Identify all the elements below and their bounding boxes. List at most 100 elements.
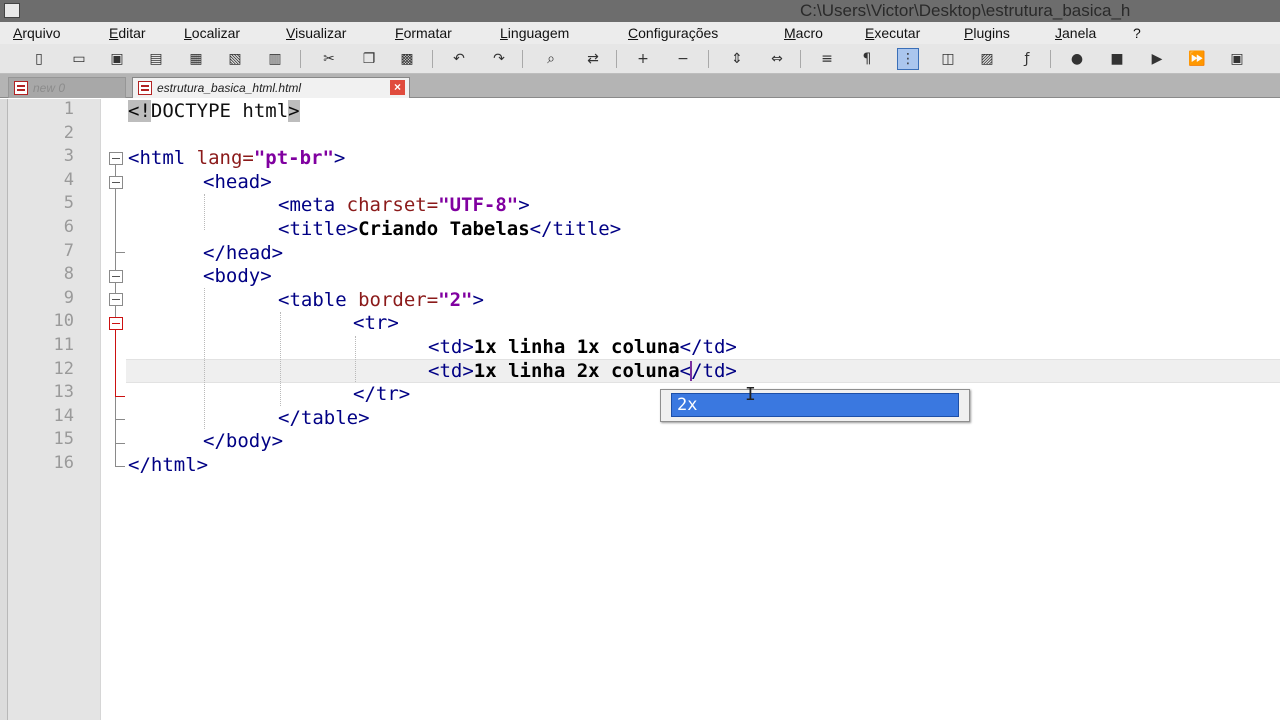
- text-content: 1x linha 1x coluna: [473, 336, 680, 358]
- code-line-9: <table border="2">: [278, 288, 484, 312]
- fold-margin: [100, 99, 126, 720]
- document-icon: [14, 81, 28, 95]
- fold-line: [115, 165, 116, 467]
- attribute-value: "2": [438, 289, 473, 311]
- word-wrap-icon[interactable]: ≡: [816, 48, 838, 70]
- line-number: 4: [63, 170, 74, 190]
- fold-toggle-tr[interactable]: [109, 317, 123, 330]
- text-content: 1x linha 2x coluna: [473, 360, 680, 382]
- tag: </tr>: [353, 383, 411, 405]
- fold-end: [115, 466, 125, 467]
- code-editor[interactable]: 1 2 3 4 5 6 7 8 9 10 11 12 13 14 15 16 <…: [0, 99, 1280, 720]
- attribute-value: "UTF-8": [438, 194, 519, 216]
- tag: <title>: [278, 218, 359, 240]
- print-icon[interactable]: ▥: [264, 48, 286, 70]
- fold-toggle-html[interactable]: [109, 152, 123, 165]
- fold-toggle-body[interactable]: [109, 270, 123, 283]
- find-icon[interactable]: ⌕: [540, 48, 562, 70]
- autocomplete-popup: 2x: [660, 389, 970, 422]
- line-number: 6: [63, 217, 74, 237]
- tag: <head>: [203, 171, 272, 193]
- indent-guide-icon[interactable]: ⋮: [897, 48, 919, 70]
- copy-icon[interactable]: ❐: [358, 48, 380, 70]
- save-icon[interactable]: ▣: [106, 48, 128, 70]
- line-number: 13: [53, 382, 74, 402]
- tag: <body>: [203, 265, 272, 287]
- macro-record-icon[interactable]: ●: [1066, 48, 1088, 70]
- app-icon[interactable]: [4, 3, 20, 18]
- close-icon[interactable]: ▦: [185, 48, 207, 70]
- doc-map-icon[interactable]: ▨: [976, 48, 998, 70]
- title-bar: C:\Users\Victor\Desktop\estrutura_basica…: [0, 0, 1280, 22]
- tag: </td>: [679, 360, 737, 382]
- function-list-icon[interactable]: ƒ: [1016, 48, 1038, 70]
- bookmark-margin[interactable]: [0, 99, 8, 720]
- sync-vertical-icon[interactable]: ⇕: [726, 48, 748, 70]
- line-number: 1: [63, 99, 74, 119]
- toolbar-separator: [800, 50, 801, 68]
- close-tab-icon[interactable]: ×: [390, 80, 405, 95]
- code-line-11: <td>1x linha 1x coluna</td>: [428, 335, 737, 359]
- cut-icon[interactable]: ✂: [318, 48, 340, 70]
- fold-toggle-head[interactable]: [109, 176, 123, 189]
- tag: </td>: [679, 336, 737, 358]
- toolbar-separator: [1050, 50, 1051, 68]
- code-line-15: </body>: [203, 429, 283, 453]
- menu-arquivo[interactable]: Arquivo: [13, 25, 60, 41]
- fold-end-active: [115, 396, 125, 397]
- tag: >: [472, 289, 484, 311]
- attribute-value: "pt-br": [253, 147, 334, 169]
- menu-visualizar[interactable]: Visualizar: [286, 25, 346, 41]
- zoom-out-icon[interactable]: −: [672, 48, 694, 70]
- macro-play-icon[interactable]: ▶: [1146, 48, 1168, 70]
- menu-executar[interactable]: Executar: [865, 25, 920, 41]
- line-number: 10: [53, 311, 74, 331]
- line-number: 3: [63, 146, 74, 166]
- replace-icon[interactable]: ⇄: [582, 48, 604, 70]
- tab-new-0[interactable]: new 0: [8, 77, 126, 98]
- macro-stop-icon[interactable]: ■: [1106, 48, 1128, 70]
- tag: >: [333, 147, 346, 169]
- show-all-chars-icon[interactable]: ¶: [856, 48, 878, 70]
- doctype-text: DOCTYPE html: [150, 100, 289, 122]
- tag: </body>: [203, 430, 284, 452]
- menu-linguagem[interactable]: Linguagem: [500, 25, 569, 41]
- menu-macro[interactable]: Macro: [784, 25, 823, 41]
- redo-icon[interactable]: ↷: [488, 48, 510, 70]
- user-language-icon[interactable]: ◫: [937, 48, 959, 70]
- new-file-icon[interactable]: ▯: [28, 48, 50, 70]
- tab-estrutura-basica[interactable]: estrutura_basica_html.html ×: [132, 77, 410, 98]
- text-content: Criando Tabelas: [358, 218, 530, 240]
- paste-icon[interactable]: ▩: [396, 48, 418, 70]
- macro-run-multiple-icon[interactable]: ⏩: [1186, 48, 1208, 70]
- menu-janela[interactable]: Janela: [1055, 25, 1096, 41]
- zoom-in-icon[interactable]: +: [632, 48, 654, 70]
- indent-guide: [204, 194, 205, 230]
- line-number: 14: [53, 406, 74, 426]
- matched-brace: >: [288, 100, 300, 122]
- attribute: charset=: [346, 194, 439, 216]
- menu-editar[interactable]: Editar: [109, 25, 146, 41]
- attribute: lang=: [196, 147, 254, 169]
- code-line-13: </tr>: [353, 382, 410, 406]
- menu-configuracoes[interactable]: Configurações: [628, 25, 718, 41]
- menu-plugins[interactable]: Plugins: [964, 25, 1010, 41]
- text-caret: [690, 361, 692, 381]
- tag: <tr>: [353, 312, 399, 334]
- open-file-icon[interactable]: ▭: [68, 48, 90, 70]
- toolbar: ▯ ▭ ▣ ▤ ▦ ▧ ▥ ✂ ❐ ▩ ↶ ↷ ⌕ ⇄ + − ⇕ ⇔ ≡ ¶ …: [0, 44, 1280, 74]
- undo-icon[interactable]: ↶: [448, 48, 470, 70]
- tag: <td>: [428, 360, 474, 382]
- menu-help[interactable]: ?: [1133, 25, 1141, 41]
- sync-horizontal-icon[interactable]: ⇔: [766, 48, 788, 70]
- menu-formatar[interactable]: Formatar: [395, 25, 452, 41]
- fold-toggle-table[interactable]: [109, 293, 123, 306]
- tag: </head>: [203, 242, 284, 264]
- tag: </html>: [128, 454, 209, 476]
- save-all-icon[interactable]: ▤: [145, 48, 167, 70]
- macro-save-icon[interactable]: ▣: [1226, 48, 1248, 70]
- autocomplete-item[interactable]: 2x: [671, 393, 959, 417]
- menu-localizar[interactable]: Localizar: [184, 25, 240, 41]
- line-number: 9: [63, 288, 74, 308]
- close-all-icon[interactable]: ▧: [224, 48, 246, 70]
